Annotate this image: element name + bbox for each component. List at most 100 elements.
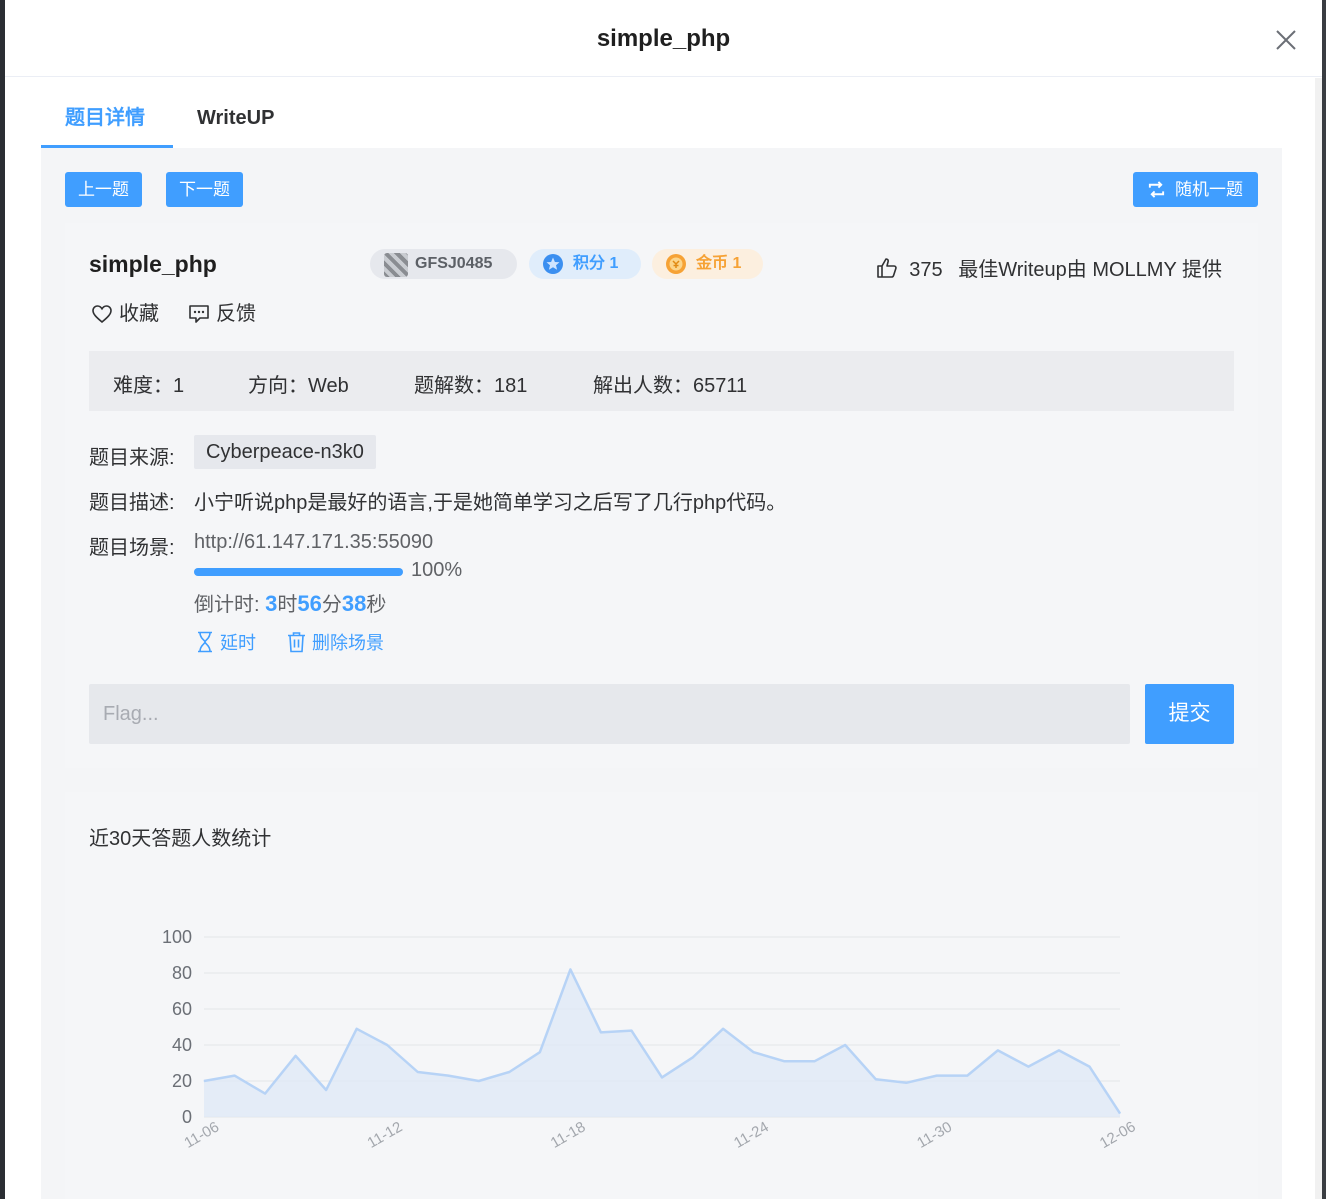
data-point [1058,1049,1060,1051]
score-badge: 积分 1 [529,249,641,279]
author-avatar [384,253,408,277]
random-problem-label: 随机一题 [1175,180,1243,199]
answer-count-chart: 02040608010011-06 11-12 11-18 11-24 11-30 12-… [162,927,1139,1152]
data-point [1027,1066,1029,1068]
heart-icon [92,305,112,324]
data-point [630,1030,632,1032]
problem-modal: simple_php 题目详情 WriteUP 上一题 下一题 随机一题 sim… [5,0,1322,1199]
stats-card: 近30天答题人数统计 0 20 40 60 80 100 11-06 11-12 11-18 11… [65,792,1258,1199]
x-tick-label: 11-12 [365,1118,406,1151]
data-point [386,1044,388,1046]
y-tick-label: 80 [172,963,192,983]
countdown-minutes: 56 [297,591,322,616]
countdown-hours-unit: 时 [277,594,298,616]
description-text: 小宁听说php是最好的语言,于是她简单学习之后写了几行php代码。 [194,492,787,514]
data-point [1119,1112,1121,1114]
next-problem-button[interactable]: 下一题 [166,172,243,207]
source-label: 题目来源: [89,447,175,469]
scene-progress-fill [194,568,403,576]
extend-time-button[interactable]: 延时 [196,629,256,655]
scrollbar[interactable] [1315,78,1322,1199]
data-point [722,1028,724,1030]
shuffle-icon [1148,181,1165,198]
data-point [478,1080,480,1082]
description-label: 题目描述: [89,492,175,514]
direction-stat: 方向：Web [248,375,349,397]
data-point [508,1071,510,1073]
x-tick-label: 11-30 [914,1118,955,1151]
countdown-prefix: 倒计时: [194,594,266,616]
series-area [204,969,1120,1117]
data-point [203,1080,205,1082]
progress-text: 100% [411,559,463,581]
x-tick-label: 12-06 [1097,1118,1139,1152]
favorite-button[interactable]: 收藏 [91,297,159,326]
countdown-seconds: 38 [341,591,367,616]
x-tick-label: 11-24 [731,1118,772,1151]
gold-badge: 金币 1 [652,249,763,279]
delete-scene-button[interactable]: 删除场景 [287,629,384,655]
random-problem-button[interactable]: 随机一题 [1133,172,1258,207]
data-point [569,968,571,970]
tab-details[interactable]: 题目详情 [65,78,145,148]
data-point [447,1075,449,1077]
data-point [539,1051,541,1053]
data-point [844,1044,846,1046]
scene-url[interactable]: http://61.147.171.35:55090 [194,531,433,554]
x-tick-label: 11-18 [548,1118,589,1151]
gold-label: 金币 1 [696,255,742,272]
close-icon[interactable] [1274,28,1298,52]
y-tick-label: 0 [182,1107,192,1127]
feedback-label: 反馈 [216,303,256,325]
hourglass-icon [198,631,212,653]
thumbs-up-icon[interactable] [876,257,898,279]
problem-stats-bar: 难度：1 方向：Web 题解数：181 解出人数：65711 [89,351,1234,411]
problem-card: simple_php GFSJ0485 积分 1 金币 1 375 最佳Writ… [65,223,1258,768]
data-point [1088,1066,1090,1068]
data-point [753,1051,755,1053]
best-writeup-text[interactable]: 最佳Writeup由 MOLLMY 提供 [958,259,1222,281]
data-point [325,1089,327,1091]
countdown: 倒计时: 3时56分38秒 [194,588,386,617]
data-point [356,1028,358,1030]
scene-label: 题目场景: [89,537,175,559]
y-tick-label: 40 [172,1035,192,1055]
data-point [234,1075,236,1077]
data-point [783,1060,785,1062]
y-tick-label: 20 [172,1071,192,1091]
countdown-seconds-unit: 秒 [366,594,387,616]
data-point [417,1071,419,1073]
problem-title: simple_php [89,251,217,277]
data-point [997,1049,999,1051]
modal-title: simple_php [596,25,731,52]
solvers-stat: 解出人数：65711 [593,375,748,397]
solutions-stat: 题解数：181 [414,375,528,397]
author-badge[interactable]: GFSJ0485 [370,249,517,279]
data-point [295,1055,297,1057]
y-tick-label: 60 [172,999,192,1019]
submit-flag-button[interactable]: 提交 [1145,684,1234,744]
content-area: 上一题 下一题 随机一题 simple_php GFSJ0485 积分 1 金币… [41,148,1282,1199]
extend-time-label: 延时 [220,633,256,653]
source-value: Cyberpeace-n3k0 [194,435,376,469]
data-point [905,1082,907,1084]
feedback-icon [189,305,209,323]
score-label: 积分 1 [573,255,619,272]
prev-problem-button[interactable]: 上一题 [65,172,142,207]
modal-header: simple_php [5,0,1322,77]
data-point [661,1076,663,1078]
feedback-button[interactable]: 反馈 [188,297,256,326]
data-point [264,1093,266,1095]
trash-icon [288,632,305,653]
like-area: 375 最佳Writeup由 MOLLMY 提供 [876,253,1222,282]
coin-icon [666,254,686,274]
countdown-minutes-unit: 分 [321,594,342,616]
flag-input[interactable] [89,684,1130,744]
delete-scene-label: 删除场景 [312,633,384,653]
scene-progress-bar [194,568,403,576]
tab-writeup[interactable]: WriteUP [197,78,274,148]
source-tag: Cyberpeace-n3k0 [194,435,376,469]
data-point [936,1075,938,1077]
data-point [814,1060,816,1062]
like-count: 375 [909,259,943,281]
